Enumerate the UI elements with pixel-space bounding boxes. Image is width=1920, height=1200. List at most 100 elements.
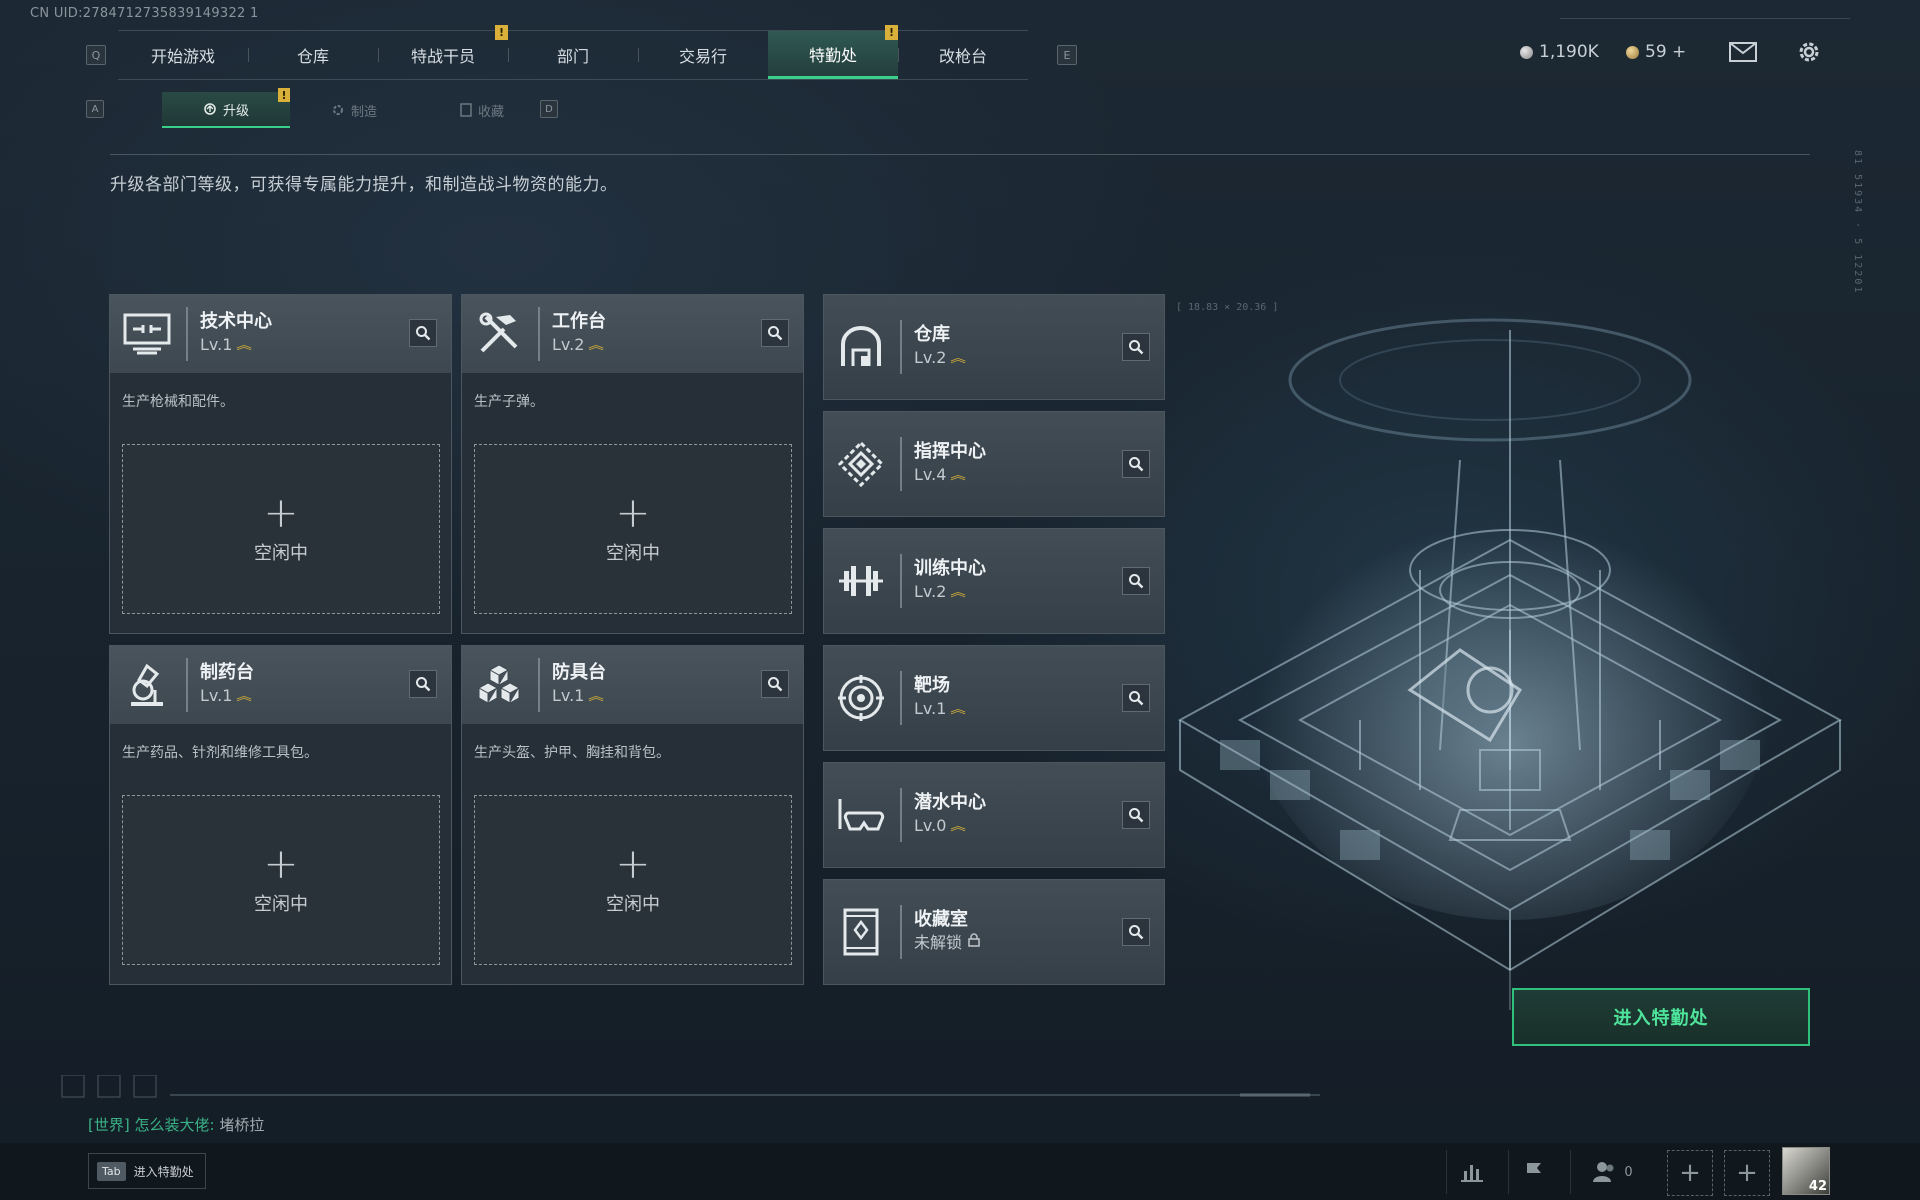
inspect-search-icon[interactable]	[1122, 450, 1150, 478]
inspect-search-icon[interactable]	[409, 670, 437, 698]
facility-card-command-center[interactable]: 指挥中心 Lv.4 ︽	[823, 411, 1165, 517]
friends-count: 0	[1624, 1164, 1633, 1180]
inspect-search-icon[interactable]	[761, 670, 789, 698]
subtab-upgrade[interactable]: 升级 !	[162, 88, 290, 128]
silver-coin-icon	[1520, 45, 1533, 59]
level-up-chevron-icon: ︽	[950, 702, 967, 716]
level-up-chevron-icon: ︽	[950, 585, 967, 599]
tab-start-game[interactable]: 开始游戏	[118, 31, 248, 79]
inspect-search-icon[interactable]	[761, 319, 789, 347]
card-level: Lv.1	[200, 335, 233, 354]
production-slot[interactable]: + 空闲中	[474, 444, 792, 614]
tab-hint-button[interactable]: Tab 进入特勤处	[88, 1153, 206, 1189]
money-display[interactable]: 1,190K	[1520, 42, 1599, 62]
card-header: 潜水中心 Lv.0 ︽	[824, 763, 1164, 867]
friends-icon	[1593, 1162, 1614, 1182]
card-level: Lv.1	[552, 686, 585, 705]
player-avatar[interactable]: 42	[1782, 1147, 1830, 1195]
subtab-craft[interactable]: 制造	[290, 92, 418, 128]
level-up-chevron-icon: ︽	[236, 338, 253, 352]
workshop-card-pharmacy[interactable]: 制药台 Lv.1 ︽ 生产药品、针剂和维修工具包。 + 空闲中	[109, 645, 452, 985]
card-level: Lv.1	[914, 699, 947, 718]
collection-case-icon	[830, 903, 892, 961]
player-uid: CN UID:2784712735839149322 1	[30, 6, 259, 21]
card-title: 工作台	[552, 311, 606, 332]
facility-card-warehouse[interactable]: 仓库 Lv.2 ︽	[823, 294, 1165, 400]
card-header: 训练中心 Lv.2 ︽	[824, 529, 1164, 633]
tab-special-ops-label: 特勤处	[808, 45, 857, 65]
facility-card-diving-center[interactable]: 潜水中心 Lv.0 ︽	[823, 762, 1165, 868]
card-title: 技术中心	[200, 311, 272, 332]
tab-special-ops[interactable]: 特勤处!	[768, 25, 898, 79]
level-up-chevron-icon: ︽	[236, 689, 253, 703]
card-header: 工作台 Lv.2 ︽	[462, 295, 803, 373]
workshop-card-tech-center[interactable]: 技术中心 Lv.1 ︽ 生产枪械和配件。 + 空闲中	[109, 294, 452, 634]
tab-key-label: Tab	[97, 1161, 126, 1181]
coin-display[interactable]: 59 +	[1626, 42, 1686, 62]
add-party-slot-2[interactable]: +	[1724, 1150, 1770, 1196]
subnav-next-key[interactable]: D	[540, 100, 558, 118]
inspect-search-icon[interactable]	[409, 319, 437, 347]
card-title: 防具台	[552, 662, 606, 683]
workshop-card-armor[interactable]: 防具台 Lv.1 ︽ 生产头盔、护甲、胸挂和背包。 + 空闲中	[461, 645, 804, 985]
facility-card-collection-room[interactable]: 收藏室 未解锁	[823, 879, 1165, 985]
card-description: 生产枪械和配件。	[122, 394, 234, 410]
settings-gear-icon[interactable]	[1794, 40, 1824, 64]
tab-operators[interactable]: 特战干员!	[378, 25, 508, 79]
header-separator	[900, 905, 902, 959]
inspect-search-icon[interactable]	[1122, 801, 1150, 829]
subtab-craft-label: 制造	[350, 104, 377, 120]
production-slot[interactable]: + 空闲中	[474, 795, 792, 965]
level-up-chevron-icon: ︽	[950, 819, 967, 833]
coin-value: 59 +	[1645, 42, 1687, 62]
header-separator	[186, 658, 188, 712]
level-up-chevron-icon: ︽	[588, 338, 605, 352]
friends-button[interactable]: 0	[1570, 1150, 1654, 1194]
stats-bar-chart-icon[interactable]	[1446, 1150, 1496, 1194]
header-separator	[900, 554, 902, 608]
microscope-icon	[116, 656, 178, 714]
card-header: 仓库 Lv.2 ︽	[824, 295, 1164, 399]
inspect-search-icon[interactable]	[1122, 684, 1150, 712]
tab-trade[interactable]: 交易行	[638, 31, 768, 79]
level-up-chevron-icon: ︽	[950, 468, 967, 482]
header-separator	[900, 320, 902, 374]
facility-card-training-center[interactable]: 训练中心 Lv.2 ︽	[823, 528, 1165, 634]
collection-icon	[460, 103, 472, 117]
card-level: Lv.4	[914, 465, 947, 484]
add-plus-icon: +	[615, 839, 651, 888]
inspect-search-icon[interactable]	[1122, 333, 1150, 361]
workshop-card-workbench[interactable]: 工作台 Lv.2 ︽ 生产子弹。 + 空闲中	[461, 294, 804, 634]
slot-status: 空闲中	[606, 894, 660, 915]
header-separator	[538, 307, 540, 361]
facility-card-shooting-range[interactable]: 靶场 Lv.1 ︽	[823, 645, 1165, 751]
target-crosshair-icon	[830, 669, 892, 727]
tab-warehouse[interactable]: 仓库	[248, 31, 378, 79]
flag-icon[interactable]	[1508, 1150, 1558, 1194]
add-party-slot-1[interactable]: +	[1667, 1150, 1713, 1196]
card-header: 指挥中心 Lv.4 ︽	[824, 412, 1164, 516]
chat-user: 怎么装大佬:	[134, 1116, 215, 1134]
slot-status: 空闲中	[606, 543, 660, 564]
production-slot[interactable]: + 空闲中	[122, 444, 440, 614]
subtab-collection[interactable]: 收藏	[418, 92, 546, 128]
tab-gunsmith[interactable]: 改枪台	[898, 31, 1028, 79]
sub-nav: 升级 ! 制造 收藏	[162, 88, 546, 128]
nav-next-key[interactable]: E	[1057, 45, 1077, 65]
card-level: Lv.2	[552, 335, 585, 354]
level-up-chevron-icon: ︽	[588, 689, 605, 703]
nav-prev-key[interactable]: Q	[86, 45, 106, 65]
tab-departments[interactable]: 部门	[508, 31, 638, 79]
world-chat-line[interactable]: [世界] 怎么装大佬: 堵桥拉	[88, 1114, 264, 1135]
production-slot[interactable]: + 空闲中	[122, 795, 440, 965]
tech-center-icon	[116, 305, 178, 363]
facility-hologram	[1177, 318, 1843, 1010]
enter-special-ops-button[interactable]: 进入特勤处	[1512, 988, 1810, 1046]
inspect-search-icon[interactable]	[1122, 567, 1150, 595]
subnav-prev-key[interactable]: A	[86, 100, 104, 118]
mail-icon[interactable]	[1728, 40, 1758, 64]
add-plus-icon: +	[615, 488, 651, 537]
inspect-search-icon[interactable]	[1122, 918, 1150, 946]
header-separator	[900, 437, 902, 491]
money-value: 1,190K	[1539, 42, 1599, 62]
